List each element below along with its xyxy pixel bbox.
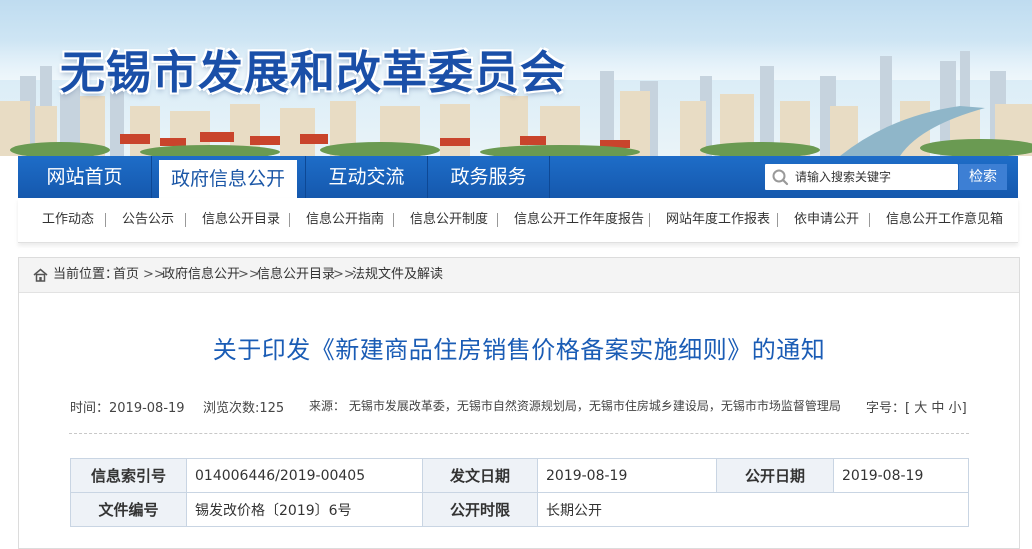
subnav-divider: [777, 213, 778, 227]
subnav-item-system[interactable]: 信息公开制度: [410, 198, 488, 242]
subnav-item-catalog[interactable]: 信息公开目录: [202, 198, 280, 242]
article-source: 来源： 无锡市发展改革委，无锡市自然资源规划局，无锡市住房城乡建设局，无锡市市场…: [309, 399, 841, 413]
info-value-index: 014006446/2019-00405: [186, 458, 423, 493]
info-value-disclosure-period: 长期公开: [537, 492, 969, 527]
nav-tab-home[interactable]: 网站首页: [18, 156, 151, 198]
site-title: 无锡市发展和改革委员会: [60, 46, 567, 99]
home-icon: [33, 268, 48, 282]
info-key-issue-date: 发文日期: [422, 458, 538, 493]
article-title: 关于印发《新建商品住房销售价格备案实施细则》的通知: [212, 336, 826, 364]
article-views: 浏览次数:125: [203, 401, 285, 416]
main-navigation: 网站首页 政府信息公开 互动交流 政务服务 检索: [18, 156, 1018, 198]
site-banner: 无锡市发展和改革委员会: [0, 0, 1032, 156]
subnav-divider: [289, 213, 290, 227]
table-row: 信息索引号 014006446/2019-00405 发文日期 2019-08-…: [70, 458, 969, 493]
font-size-small[interactable]: 小: [949, 401, 962, 416]
subnav-item-work-news[interactable]: 工作动态: [42, 198, 94, 242]
dashed-divider: [69, 433, 969, 434]
breadcrumb-home[interactable]: 首页: [113, 258, 139, 292]
font-size-control: 字号：[ 大 中 小]: [866, 397, 967, 416]
subnav-item-feedback[interactable]: 信息公开工作意见箱: [886, 198, 1003, 242]
search-box: [765, 164, 958, 190]
breadcrumb: 当前位置： 首页 >> 政府信息公开 >> 信息公开目录 >> 法规文件及解读: [19, 258, 1019, 293]
search-input[interactable]: [795, 167, 950, 187]
font-size-bracket-open: [: [905, 401, 911, 416]
search-button[interactable]: 检索: [959, 164, 1007, 190]
subnav-divider: [869, 213, 870, 227]
subnav-item-guide[interactable]: 信息公开指南: [306, 198, 384, 242]
subnav-item-request[interactable]: 依申请公开: [794, 198, 859, 242]
sub-navigation: 工作动态 公告公示 信息公开目录 信息公开指南 信息公开制度 信息公开工作年度报…: [18, 198, 1018, 243]
subnav-divider: [185, 213, 186, 227]
info-value-doc-number: 锡发改价格〔2019〕6号: [186, 492, 423, 527]
breadcrumb-current[interactable]: 法规文件及解读: [352, 258, 443, 292]
search-icon: [772, 169, 789, 186]
subnav-item-announcements[interactable]: 公告公示: [122, 198, 174, 242]
font-size-bracket-close: ]: [961, 401, 967, 416]
info-value-issue-date: 2019-08-19: [537, 458, 717, 493]
article-time: 时间：2019-08-19: [70, 401, 185, 416]
subnav-divider: [497, 213, 498, 227]
font-size-medium[interactable]: 中: [931, 401, 944, 416]
document-info-table: 信息索引号 014006446/2019-00405 发文日期 2019-08-…: [70, 458, 969, 527]
subnav-divider: [649, 213, 650, 227]
table-row: 文件编号 锡发改价格〔2019〕6号 公开时限 长期公开: [70, 492, 969, 527]
info-key-index: 信息索引号: [70, 458, 187, 493]
info-key-publish-date: 公开日期: [716, 458, 834, 493]
breadcrumb-catalog[interactable]: 信息公开目录: [257, 258, 335, 292]
breadcrumb-gov-info[interactable]: 政府信息公开: [162, 258, 240, 292]
nav-tab-interaction[interactable]: 互动交流: [306, 156, 427, 198]
subnav-divider: [105, 213, 106, 227]
breadcrumb-label: 当前位置：: [53, 267, 119, 282]
info-key-disclosure-period: 公开时限: [422, 492, 538, 527]
nav-divider: [151, 156, 152, 198]
nav-tab-services[interactable]: 政务服务: [428, 156, 549, 198]
subnav-item-site-report[interactable]: 网站年度工作报表: [666, 198, 770, 242]
font-size-label: 字号：: [866, 401, 906, 416]
nav-divider: [549, 156, 550, 198]
subnav-item-annual-report[interactable]: 信息公开工作年度报告: [514, 198, 644, 242]
content-panel: 当前位置： 首页 >> 政府信息公开 >> 信息公开目录 >> 法规文件及解读 …: [18, 257, 1020, 549]
subnav-divider: [393, 213, 394, 227]
nav-tab-gov-info[interactable]: 政府信息公开: [159, 160, 297, 198]
info-value-publish-date: 2019-08-19: [833, 458, 969, 493]
font-size-large[interactable]: 大: [914, 401, 927, 416]
info-key-doc-number: 文件编号: [70, 492, 187, 527]
